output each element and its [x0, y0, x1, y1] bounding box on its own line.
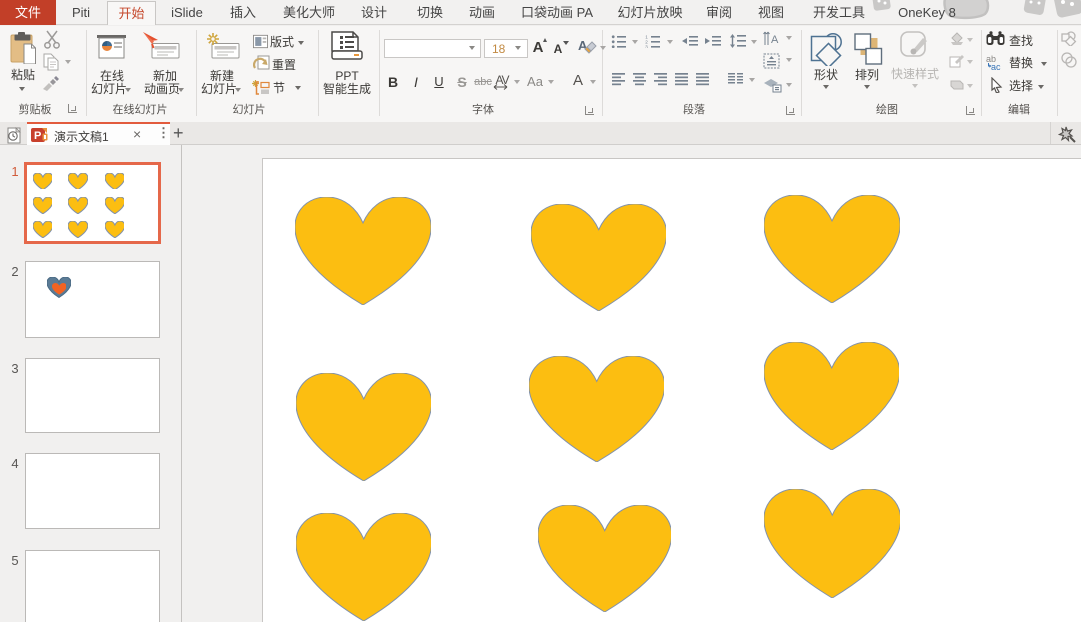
svg-text:ac: ac [991, 62, 1001, 71]
svg-text:3: 3 [645, 45, 648, 48]
svg-text:A: A [771, 34, 779, 46]
svg-text:P: P [34, 130, 41, 142]
